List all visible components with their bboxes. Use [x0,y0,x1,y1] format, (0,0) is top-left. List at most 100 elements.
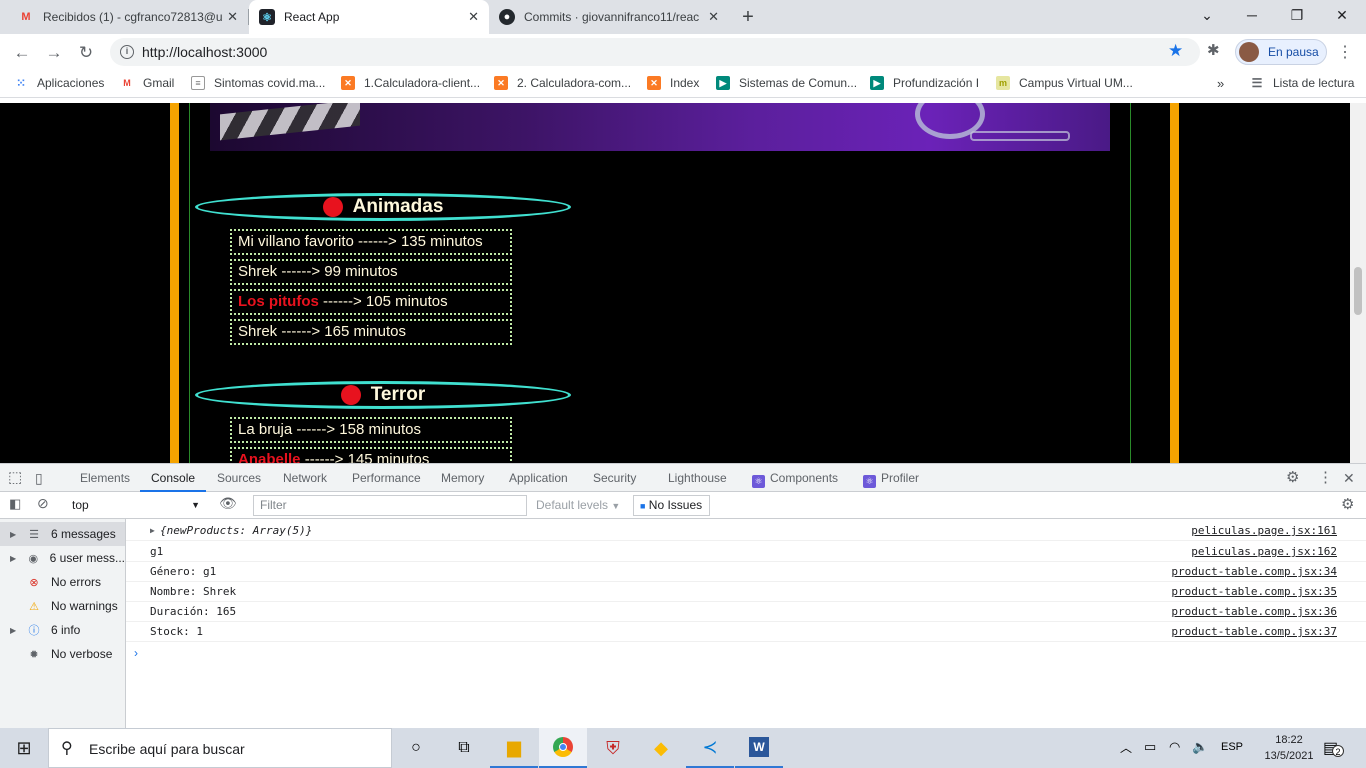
language-indicator[interactable]: ESP [1221,741,1243,753]
sidebar-item-verbose[interactable]: ✹ No verbose [0,642,125,666]
forward-button[interactable]: → [42,41,66,65]
log-levels-dropdown[interactable]: Default levels ▼ [536,495,620,515]
sidebar-item-messages[interactable]: ▶ ☰ 6 messages [0,522,125,546]
extensions-icon[interactable]: ✱ [1207,41,1220,59]
movie-duration: ------> 105 minutos [318,293,448,310]
volume-icon[interactable]: 🔈 [1192,739,1208,755]
device-toolbar-icon[interactable]: ▯ [35,464,43,492]
sidebar-item-info[interactable]: ▶ ⓘ 6 info [0,618,125,642]
tab-components[interactable]: ⚛ Components [752,464,838,492]
tab-network[interactable]: Network [283,464,327,492]
close-window-button[interactable]: ✕ [1320,0,1364,30]
reload-button[interactable]: ↻ [74,41,98,65]
inspect-element-icon[interactable]: ⬚ [8,464,22,492]
close-tab-icon[interactable]: ✕ [708,9,719,25]
close-tab-icon[interactable]: ✕ [227,9,238,25]
bookmark-campus[interactable]: m Campus Virtual UM... [996,76,1133,90]
wifi-icon[interactable]: ◠ [1169,739,1180,755]
tab-memory[interactable]: Memory [441,464,484,492]
antivirus-icon[interactable]: ⛨ [589,728,637,768]
container-border-right [1130,103,1131,463]
tab-sources[interactable]: Sources [217,464,261,492]
notifications-icon[interactable]: ▤ 2 [1323,738,1344,758]
bookmark-sintomas[interactable]: ≡ Sintomas covid.ma... [191,76,325,90]
word-icon[interactable]: W [735,728,783,768]
new-tab-button[interactable]: + [737,4,759,30]
tab-search-icon[interactable]: ⌄ [1185,0,1229,30]
log-source-link[interactable]: product-table.comp.jsx:37 [1171,622,1337,642]
vscode-icon[interactable]: ≺ [686,728,734,768]
clear-console-icon[interactable]: ⊘ [37,495,49,512]
console-settings-icon[interactable]: ⚙ [1341,495,1354,513]
context-value: top [72,498,89,512]
minimize-button[interactable]: ─ [1230,0,1274,30]
taskbar-search-box[interactable]: ⚲ Escribe aquí para buscar [48,728,392,768]
url-text[interactable]: http://localhost:3000 [142,44,267,60]
bookmark-calculadora-1[interactable]: ✕ 1.Calculadora-client... [341,76,480,90]
expand-arrow-icon[interactable]: ▶ [0,530,16,539]
site-info-icon[interactable]: i [120,45,134,59]
bookmark-profundizacion[interactable]: ▶ Profundización I [870,76,979,90]
close-devtools-icon[interactable]: ✕ [1343,464,1355,492]
windows-start-icon[interactable]: ⊞ [0,728,48,768]
maximize-button[interactable]: ❐ [1275,0,1319,30]
tab-elements[interactable]: Elements [80,464,130,492]
tab-security[interactable]: Security [593,464,636,492]
log-source-link[interactable]: peliculas.page.jsx:161 [1191,521,1337,541]
chrome-icon[interactable] [539,728,587,768]
browser-menu-icon[interactable]: ⋮ [1337,42,1353,62]
bookmark-sistemas[interactable]: ▶ Sistemas de Comun... [716,76,857,90]
bookmarks-bar: ⁙ Aplicaciones M Gmail ≡ Sintomas covid.… [0,70,1366,98]
address-bar[interactable]: i http://localhost:3000 ★ [110,38,1200,66]
movie-name: Shrek [238,263,278,280]
bookmarks-overflow-icon[interactable]: » [1217,76,1224,91]
issues-button[interactable]: ■ No Issues [633,495,710,516]
sidebar-item-warnings[interactable]: ⚠ No warnings [0,594,125,618]
settings-gear-icon[interactable]: ⚙ [1286,464,1299,492]
console-prompt-input[interactable]: › [134,643,1354,663]
tab-console[interactable]: Console [140,464,207,492]
bookmark-index[interactable]: ✕ Index [647,76,699,90]
tab-lighthouse[interactable]: Lighthouse [668,464,727,492]
console-log-row[interactable]: ▶ {newProducts: Array(5)} peliculas.page… [126,521,1366,541]
back-button[interactable]: ← [10,41,34,65]
warning-icon: ⚠ [29,600,39,613]
context-select[interactable]: top ▼ [66,495,206,515]
file-explorer-icon[interactable]: ▆ [490,728,538,768]
sidebar-toggle-icon[interactable]: ◧ [9,496,21,512]
close-tab-icon[interactable]: ✕ [468,9,479,25]
tab-performance[interactable]: Performance [352,464,421,492]
tab-github-commits[interactable]: ● Commits · giovannifranco11/reac ✕ [489,0,729,34]
app-icon-colorful[interactable]: ◆ [637,728,685,768]
tab-title: React App [284,10,340,24]
profile-button[interactable]: En pausa [1235,39,1327,65]
page-scrollbar[interactable] [1350,103,1366,463]
expand-arrow-icon[interactable]: ▶ [0,554,16,563]
live-expression-eye-icon[interactable]: 👁 [219,495,237,512]
log-source-link[interactable]: product-table.comp.jsx:34 [1171,562,1337,582]
sidebar-item-user-messages[interactable]: ▶ ◉ 6 user mess... [0,546,125,570]
sidebar-item-errors[interactable]: ⊗ No errors [0,570,125,594]
devtools-menu-icon[interactable]: ⋮ [1318,464,1333,492]
clock[interactable]: 18:22 13/5/2021 [1263,732,1315,764]
tab-application[interactable]: Application [509,464,568,492]
tab-profiler[interactable]: ⚛ Profiler [863,464,919,492]
log-source-link[interactable]: peliculas.page.jsx:162 [1191,542,1337,562]
tab-gmail[interactable]: M Recibidos (1) - cgfranco72813@u ✕ [8,0,248,34]
tab-react-app[interactable]: ⚛ React App ✕ [249,0,489,34]
bookmark-calculadora-2[interactable]: ✕ 2. Calculadora-com... [494,76,631,90]
bookmark-star-icon[interactable]: ★ [1168,41,1183,61]
tray-chevron-icon[interactable]: ︿ [1120,739,1132,756]
bookmark-gmail[interactable]: M Gmail [120,76,174,90]
cortana-icon[interactable]: ○ [392,728,440,768]
console-filter-input[interactable]: Filter [253,495,527,516]
log-source-link[interactable]: product-table.comp.jsx:35 [1171,582,1337,602]
log-source-link[interactable]: product-table.comp.jsx:36 [1171,602,1337,622]
expand-object-icon[interactable]: ▶ [150,521,155,541]
reading-list[interactable]: ☰ Lista de lectura [1250,76,1355,90]
bookmark-apps[interactable]: ⁙ Aplicaciones [14,76,104,90]
battery-icon[interactable]: ▭ [1144,739,1156,755]
scrollbar-thumb[interactable] [1354,267,1362,315]
task-view-icon[interactable]: ⧉ [440,728,488,768]
expand-arrow-icon[interactable]: ▶ [0,626,16,635]
